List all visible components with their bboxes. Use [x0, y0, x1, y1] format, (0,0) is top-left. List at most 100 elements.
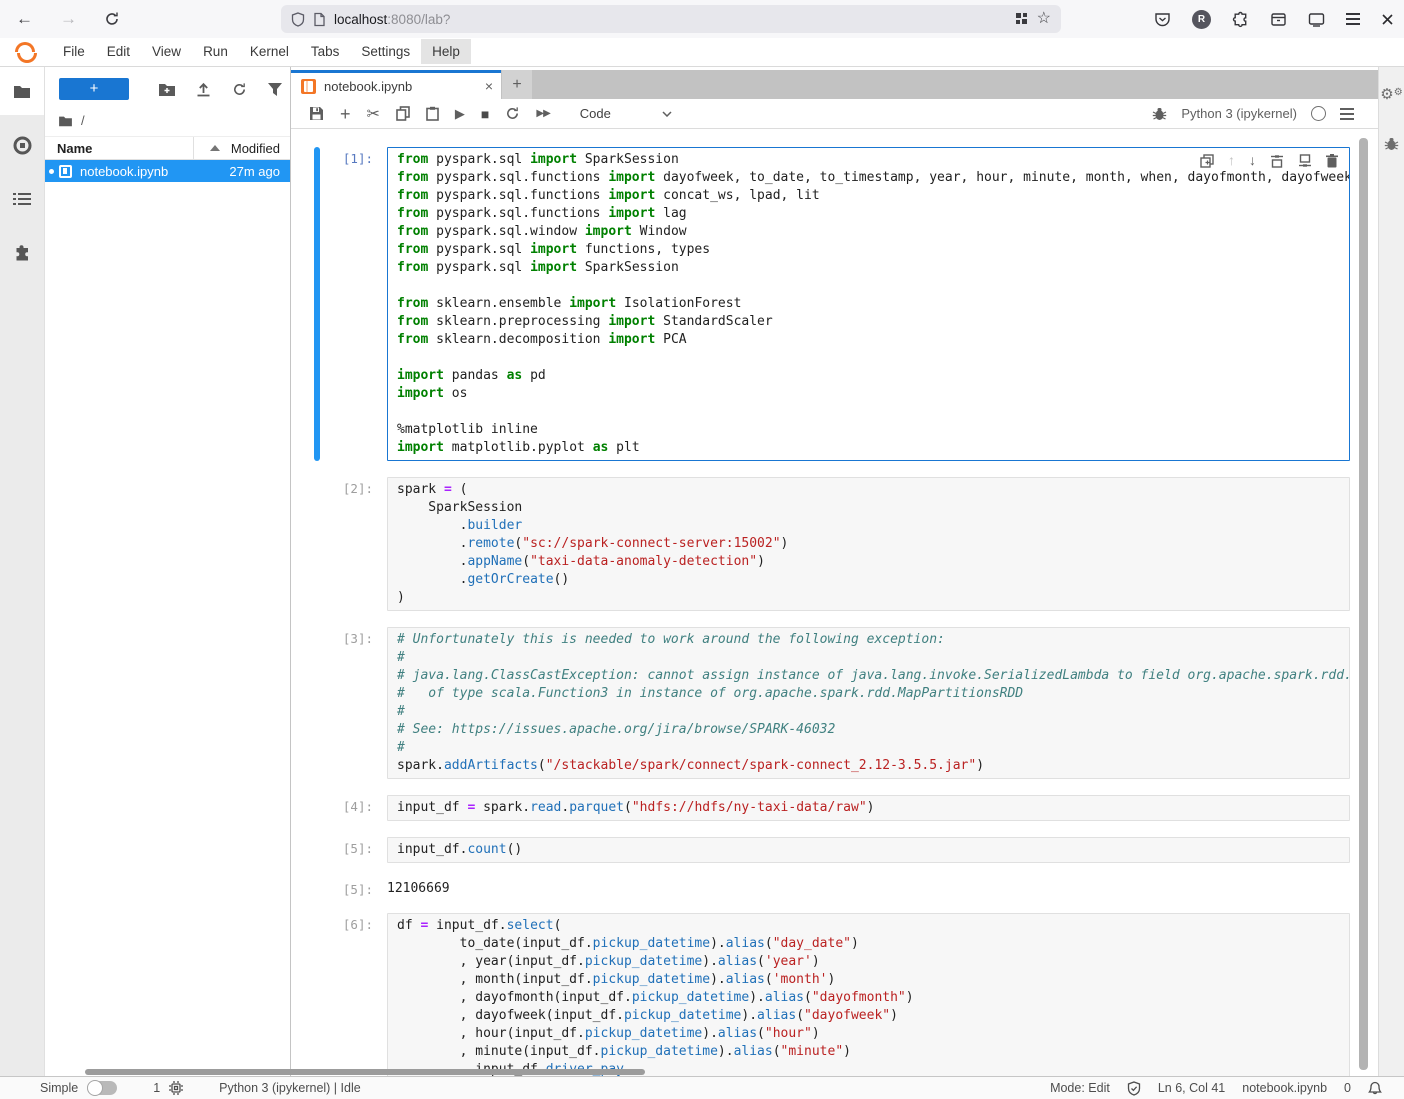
- sidebar-tab-file-browser[interactable]: [0, 67, 44, 115]
- debugger-sidebar-bug-icon[interactable]: [1384, 136, 1399, 151]
- tab-close-icon[interactable]: ×: [485, 78, 493, 94]
- kernel-status-icon[interactable]: [1311, 106, 1326, 121]
- sidebar-tab-running-sessions[interactable]: [0, 121, 44, 169]
- insert-cell-above-icon[interactable]: [1270, 154, 1284, 168]
- pocket-icon[interactable]: [1154, 11, 1171, 28]
- copy-icon[interactable]: [396, 106, 410, 121]
- code-cell-active[interactable]: [1]:from pyspark.sql import SparkSession…: [291, 147, 1378, 461]
- cell-editor[interactable]: from pyspark.sql import SparkSessionfrom…: [387, 147, 1350, 461]
- cell-editor[interactable]: df = input_df.select( to_date(input_df.p…: [387, 913, 1350, 1076]
- containers-grid-icon[interactable]: [1015, 12, 1029, 26]
- stop-icon[interactable]: ■: [481, 106, 489, 122]
- execution-prompt: [4]:: [291, 795, 387, 821]
- code-line: import matplotlib.pyplot as plt: [397, 439, 1341, 457]
- code-cell[interactable]: [3]: # Unfortunately this is needed to wo…: [291, 627, 1378, 779]
- menu-view[interactable]: View: [141, 39, 192, 64]
- upload-icon[interactable]: [196, 82, 211, 97]
- cell-editor[interactable]: # Unfortunately this is needed to work a…: [387, 627, 1350, 779]
- cell-editor[interactable]: input_df.count(): [387, 837, 1350, 863]
- tab-notebook[interactable]: notebook.ipynb ×: [291, 70, 501, 99]
- cell-editor[interactable]: spark = ( SparkSession .builder .remote(…: [387, 477, 1350, 611]
- library-icon[interactable]: [1270, 11, 1287, 28]
- breadcrumb[interactable]: /: [81, 113, 85, 128]
- menu-run[interactable]: Run: [192, 39, 239, 64]
- duplicate-cell-icon[interactable]: [1200, 154, 1214, 168]
- insert-cell-below-icon[interactable]: [1298, 154, 1312, 168]
- code-line: #: [397, 739, 1341, 757]
- execution-prompt: [2]:: [291, 477, 387, 611]
- save-icon[interactable]: [309, 106, 324, 121]
- code-line: %matplotlib inline: [397, 421, 1341, 439]
- sidebar-toggle-icon[interactable]: [1308, 12, 1325, 27]
- jupyter-logo: [12, 40, 36, 64]
- breadcrumb-folder-icon[interactable]: [58, 115, 73, 127]
- move-cell-up-icon[interactable]: ↑: [1228, 152, 1235, 170]
- file-row[interactable]: notebook.ipynb27m ago: [45, 160, 290, 182]
- menu-help[interactable]: Help: [421, 39, 471, 64]
- browser-reload-icon[interactable]: [104, 11, 120, 27]
- account-avatar[interactable]: R: [1192, 10, 1211, 29]
- paste-icon[interactable]: [426, 106, 439, 121]
- menu-edit[interactable]: Edit: [96, 39, 141, 64]
- cell-type-dropdown[interactable]: Code: [580, 106, 672, 121]
- add-cell-icon[interactable]: +: [340, 107, 351, 121]
- cell-editor[interactable]: input_df = spark.read.parquet("hdfs://hd…: [387, 795, 1350, 821]
- toolbar-overflow-icon[interactable]: [1340, 108, 1354, 120]
- menu-file[interactable]: File: [52, 39, 96, 64]
- browser-menu-icon[interactable]: [1346, 13, 1360, 25]
- new-tab-button[interactable]: +: [502, 70, 532, 99]
- folder-icon: [13, 84, 31, 99]
- kernel-name[interactable]: Python 3 (ipykernel): [1181, 106, 1297, 121]
- run-all-icon[interactable]: ▶▶: [536, 108, 549, 119]
- mode-indicator[interactable]: Mode: Edit: [1050, 1081, 1110, 1095]
- cursor-position[interactable]: Ln 6, Col 41: [1158, 1081, 1225, 1095]
- bookmark-star-icon[interactable]: ☆: [1037, 12, 1051, 26]
- cut-icon[interactable]: ✂: [367, 104, 380, 124]
- code-line: # Unfortunately this is needed to work a…: [397, 631, 1341, 649]
- menu-kernel[interactable]: Kernel: [239, 39, 300, 64]
- new-launcher-button[interactable]: +: [59, 78, 129, 100]
- statusbar-filename[interactable]: notebook.ipynb: [1242, 1081, 1327, 1095]
- extensions-puzzle-icon[interactable]: [1232, 11, 1249, 28]
- column-header-name[interactable]: Name: [57, 141, 92, 156]
- code-line: # of type scala.Function3 in instance of…: [397, 685, 1341, 703]
- code-cell[interactable]: [6]:df = input_df.select( to_date(input_…: [291, 913, 1378, 1076]
- debugger-bug-icon[interactable]: [1152, 106, 1167, 121]
- column-header-modified[interactable]: Modified: [231, 141, 280, 156]
- browser-back-icon[interactable]: ←: [16, 9, 33, 29]
- sidebar-tab-extensions[interactable]: [0, 229, 44, 277]
- window-close-icon[interactable]: [1381, 13, 1394, 26]
- property-inspector-gears-icon[interactable]: ⚙⚙: [1380, 85, 1402, 102]
- url-text[interactable]: localhost:8080/lab?: [334, 12, 450, 27]
- cell-collapser[interactable]: [314, 147, 320, 461]
- code-cell[interactable]: [5]:input_df.count(): [291, 837, 1378, 863]
- sort-ascending-icon[interactable]: [210, 145, 220, 151]
- kernel-status-text[interactable]: Python 3 (ipykernel) | Idle: [219, 1081, 361, 1095]
- browser-chrome: ← → localhost:8080/lab?: [0, 0, 1404, 39]
- url-bar[interactable]: localhost:8080/lab? ☆: [281, 5, 1061, 33]
- code-cell[interactable]: [4]:input_df = spark.read.parquet("hdfs:…: [291, 795, 1378, 821]
- new-folder-icon[interactable]: [159, 83, 175, 96]
- code-line: , dayofweek(input_df.pickup_datetime).al…: [397, 1007, 1341, 1025]
- code-cell[interactable]: [2]:spark = ( SparkSession .builder .rem…: [291, 477, 1378, 611]
- refresh-icon[interactable]: [232, 82, 247, 97]
- restart-kernel-icon[interactable]: [505, 106, 520, 121]
- kernel-count[interactable]: 1: [153, 1081, 160, 1095]
- trusted-shield-icon[interactable]: [1127, 1081, 1141, 1096]
- menu-tabs[interactable]: Tabs: [300, 39, 351, 64]
- filter-icon[interactable]: [268, 83, 282, 96]
- bell-icon[interactable]: [1368, 1081, 1382, 1096]
- browser-forward-icon[interactable]: →: [60, 9, 77, 29]
- notification-count[interactable]: 0: [1344, 1081, 1351, 1095]
- horizontal-scrollbar[interactable]: [85, 1069, 645, 1075]
- move-cell-down-icon[interactable]: ↓: [1249, 152, 1256, 170]
- menu-settings[interactable]: Settings: [350, 39, 421, 64]
- shield-icon[interactable]: [291, 12, 305, 27]
- run-icon[interactable]: ▶: [455, 106, 465, 122]
- notebook-vertical-scrollbar[interactable]: [1359, 138, 1368, 1070]
- execution-prompt: [3]:: [291, 627, 387, 779]
- simple-mode-toggle[interactable]: [87, 1081, 117, 1095]
- sidebar-tab-table-of-contents[interactable]: [0, 175, 44, 223]
- code-line: , minute(input_df.pickup_datetime).alias…: [397, 1043, 1341, 1061]
- delete-cell-icon[interactable]: [1326, 154, 1338, 168]
